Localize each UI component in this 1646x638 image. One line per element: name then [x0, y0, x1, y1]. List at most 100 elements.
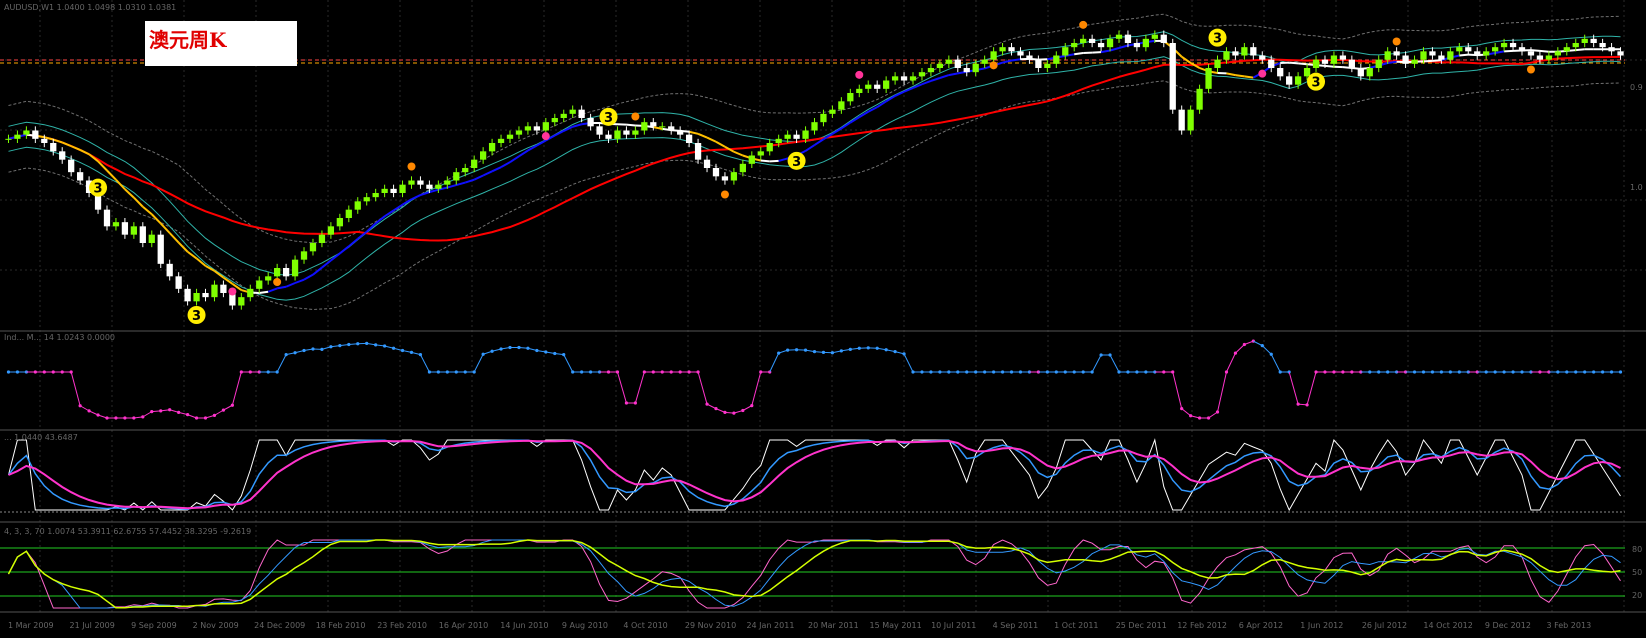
- trend-moving-average-segment: [1539, 49, 1549, 53]
- candle-body: [775, 138, 782, 143]
- candle-body: [623, 130, 630, 135]
- trend-moving-average-segment: [930, 77, 941, 82]
- time-tick-label: 6 Apr 2012: [1239, 621, 1283, 630]
- panel-header-signal: Ind... M... 14 1.0243 0.0000: [4, 333, 115, 342]
- candle-body: [1509, 43, 1517, 48]
- candle-body: [945, 59, 952, 64]
- candle-body: [766, 143, 773, 152]
- candle-body: [891, 76, 899, 81]
- time-tick-label: 25 Dec 2011: [1116, 621, 1167, 630]
- candle-body: [1483, 51, 1490, 56]
- trend-moving-average-segment: [626, 123, 636, 127]
- candle-body: [990, 51, 997, 60]
- trend-moving-average-segment: [70, 145, 81, 151]
- candle-body: [1536, 55, 1544, 60]
- signal-badge-label: 3: [192, 309, 201, 324]
- trend-moving-average-segment: [491, 166, 502, 173]
- trend-moving-average-segment: [267, 287, 278, 293]
- candle-body: [1429, 51, 1436, 56]
- time-tick-label: 4 Oct 2010: [623, 621, 667, 630]
- trend-moving-average-segment: [473, 174, 484, 181]
- candle-body: [139, 226, 146, 243]
- trend-moving-average-segment: [1530, 49, 1541, 52]
- candle-body: [954, 59, 961, 68]
- candle-body: [1474, 51, 1481, 56]
- candle-body: [497, 138, 505, 143]
- candle-body: [247, 288, 254, 298]
- candle-body: [1465, 47, 1472, 52]
- candle-body: [390, 188, 397, 193]
- trend-moving-average-segment: [259, 290, 269, 294]
- candle-body: [1178, 109, 1185, 131]
- time-tick-label: 20 Mar 2011: [808, 621, 859, 630]
- candle-body: [596, 126, 603, 135]
- candle-body: [372, 193, 379, 198]
- candle-body: [1133, 43, 1141, 48]
- candle-body: [1071, 43, 1078, 48]
- candle-body: [381, 188, 388, 193]
- trend-moving-average-segment: [420, 191, 430, 197]
- candle-body: [345, 209, 352, 218]
- candle-body: [578, 109, 585, 118]
- trend-moving-average-segment: [61, 141, 72, 148]
- time-tick-label: 10 Jul 2011: [931, 621, 976, 630]
- candle-body: [211, 284, 218, 298]
- candle-body: [1017, 51, 1024, 56]
- candle-body: [175, 276, 182, 289]
- candle-body: [157, 234, 164, 264]
- candle-body: [506, 134, 514, 139]
- signal-segment: [769, 352, 780, 373]
- candle-body: [1124, 34, 1132, 43]
- candle-body: [336, 218, 343, 227]
- trend-moving-average-segment: [1235, 74, 1245, 78]
- signal-segment: [276, 354, 287, 373]
- candle-body: [1348, 59, 1355, 68]
- candle-body: [1545, 55, 1553, 60]
- candle-body: [712, 168, 720, 177]
- time-tick-label: 16 Apr 2010: [439, 621, 488, 630]
- pattern-marker: [1258, 69, 1267, 78]
- candle-body: [659, 126, 666, 128]
- trend-moving-average-segment: [339, 245, 350, 255]
- candle-body: [1294, 76, 1302, 85]
- candle-body: [399, 184, 406, 193]
- candle-body: [1259, 55, 1266, 60]
- candle-body: [148, 234, 155, 243]
- signal-badge-label: 3: [1312, 76, 1321, 91]
- candle-body: [793, 134, 800, 139]
- candle-body: [103, 209, 111, 227]
- trend-moving-average-segment: [124, 188, 135, 199]
- candle-body: [41, 138, 48, 143]
- candle-body: [23, 130, 30, 135]
- candle-body: [1080, 38, 1087, 43]
- candle-body: [865, 84, 872, 89]
- osc-slow-line: [7, 539, 1621, 609]
- candle-body: [1617, 51, 1624, 56]
- trend-moving-average-segment: [948, 72, 958, 77]
- candle-body: [1330, 55, 1338, 64]
- candle-body: [918, 72, 926, 77]
- candle-body: [1250, 47, 1257, 56]
- trend-moving-average-segment: [1074, 52, 1084, 56]
- candle-body: [1169, 43, 1176, 110]
- trend-moving-average-segment: [500, 161, 511, 169]
- trend-moving-average-segment: [733, 150, 744, 157]
- candle-body: [829, 109, 836, 114]
- candle-body: [1554, 51, 1561, 56]
- candle-body: [1339, 55, 1347, 60]
- candle-body: [838, 101, 845, 110]
- candle-body: [1106, 38, 1114, 48]
- signal-segment: [420, 354, 430, 373]
- candle-body: [1115, 34, 1123, 39]
- pattern-marker: [228, 287, 237, 296]
- candle-body: [1402, 55, 1409, 64]
- candle-body: [1384, 51, 1391, 60]
- candle-body: [668, 126, 675, 131]
- candle-body: [1321, 59, 1329, 64]
- pattern-marker: [720, 190, 729, 199]
- candle-body: [453, 172, 460, 181]
- candle-body: [1223, 51, 1230, 60]
- chart-canvas: 3 3 3 3 3 3 AUDUSD,W1 1.0400 1.0498 1.0310 1.…: [0, 0, 1646, 630]
- candle-body: [1241, 47, 1248, 56]
- panel-header-osc: 4, 3, 3, 70 1.0074 53.3911 62.6755 57.44…: [4, 527, 251, 536]
